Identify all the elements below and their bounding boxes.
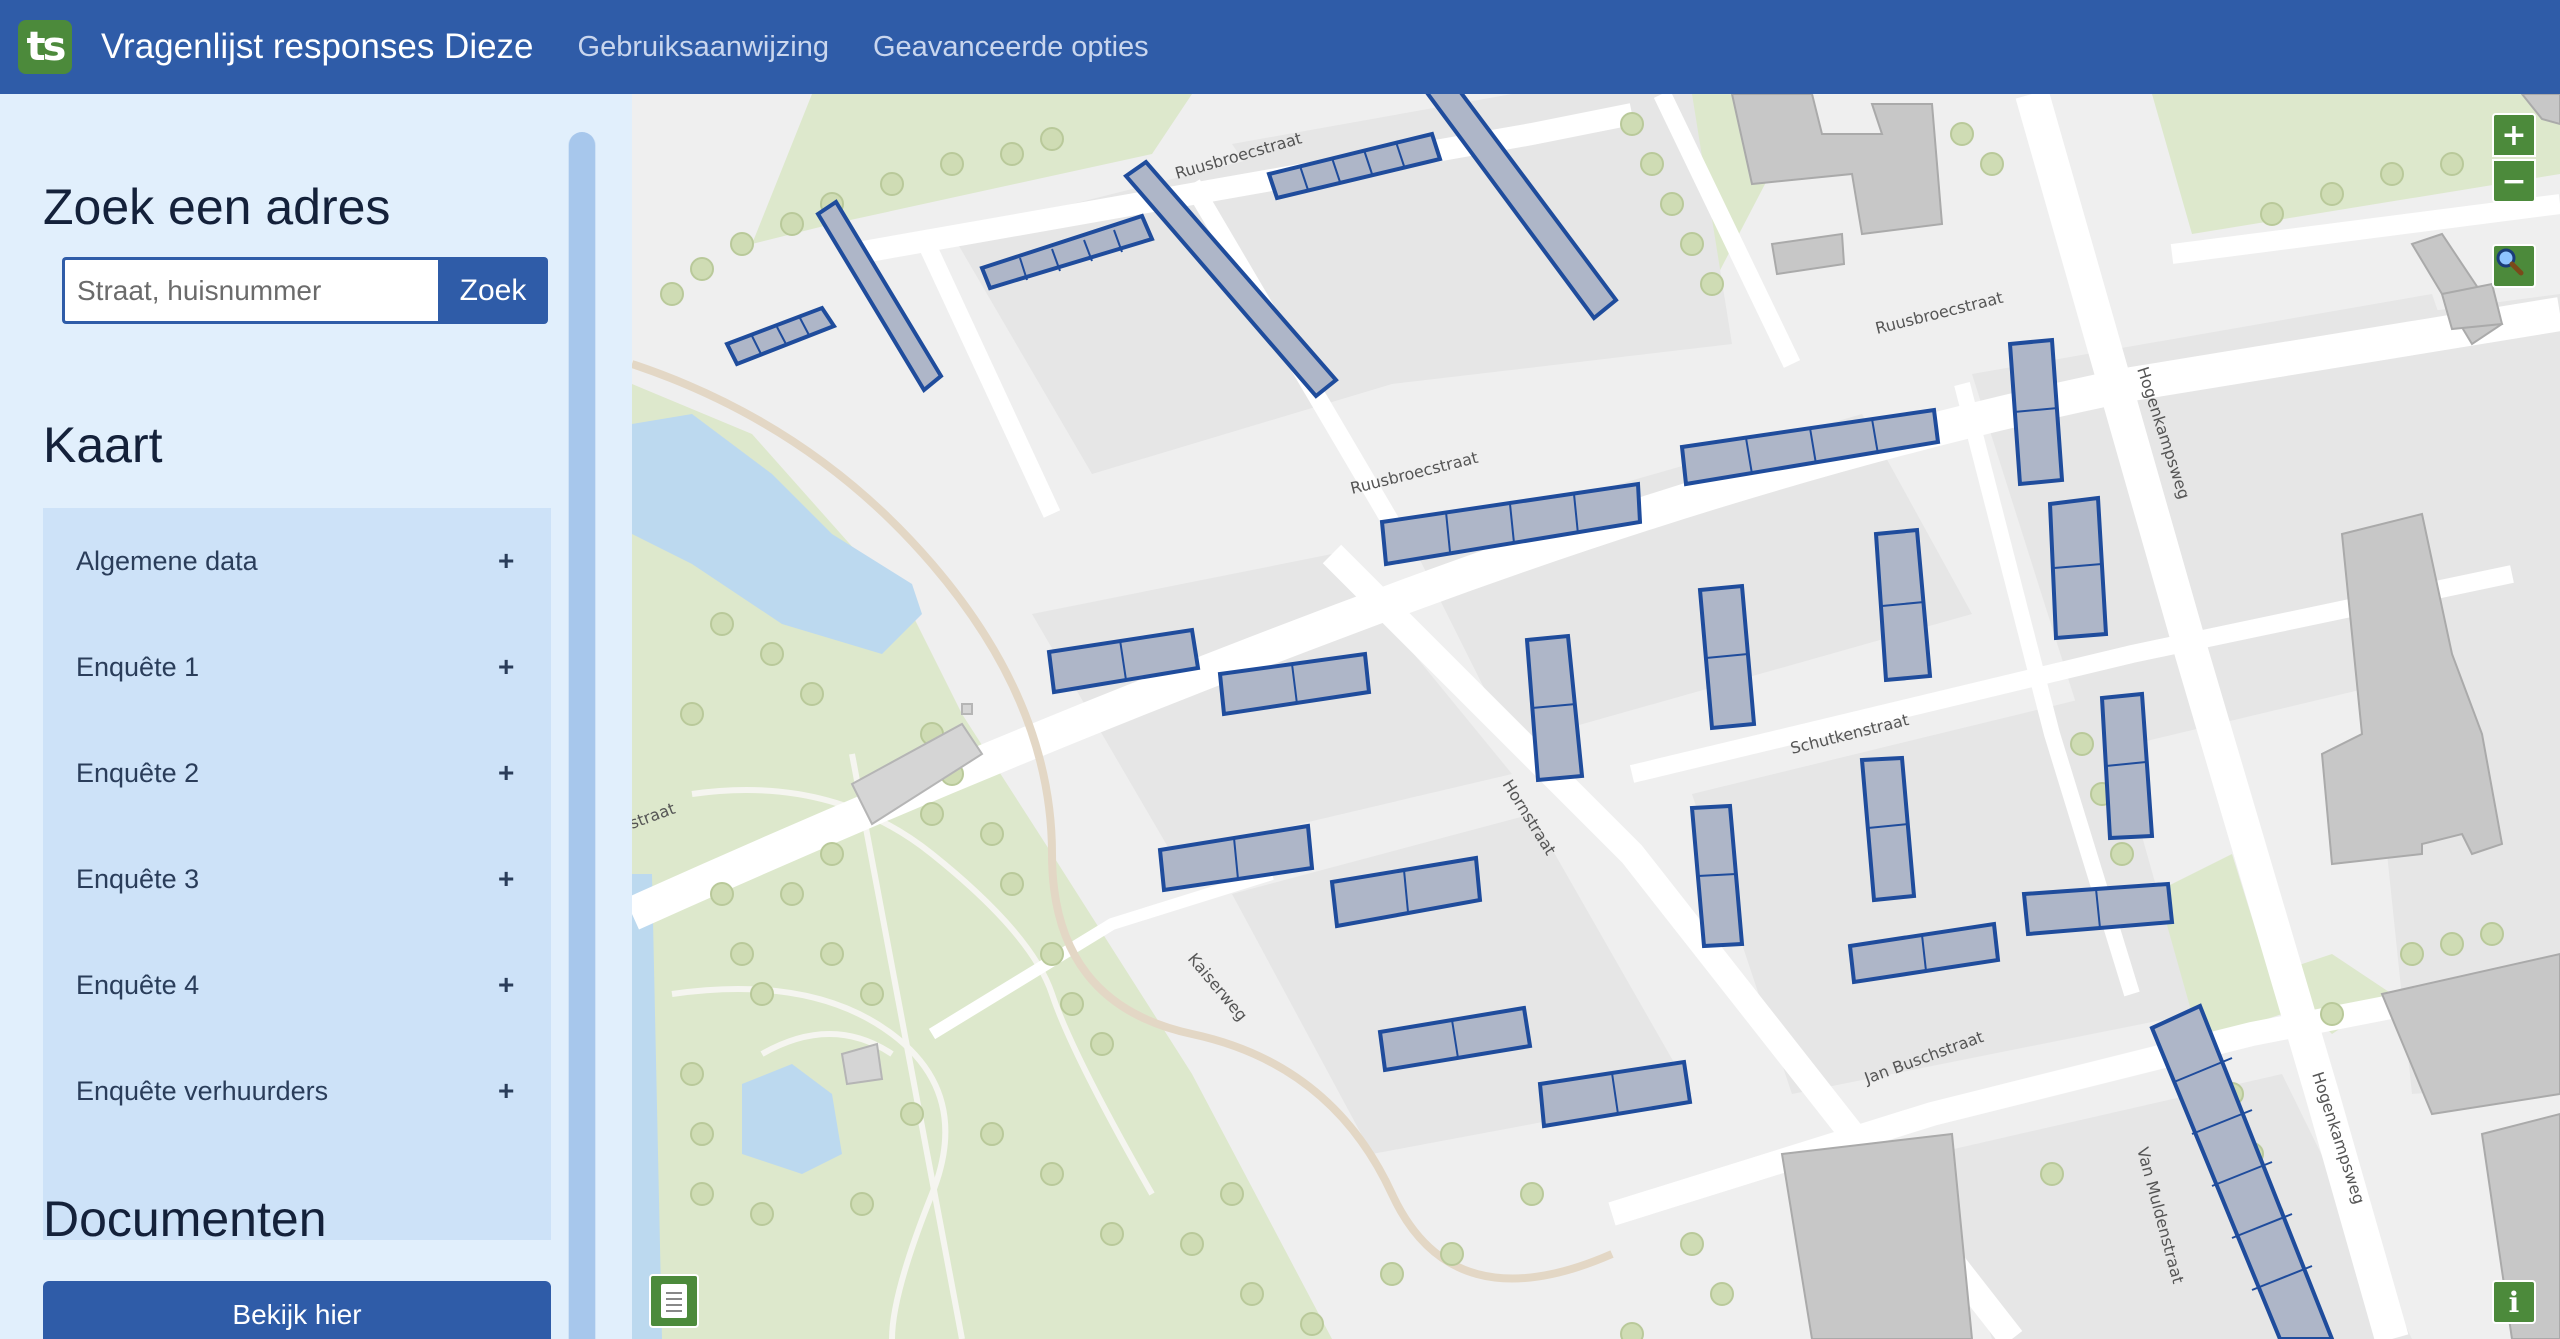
document-icon [661, 1284, 687, 1318]
sidebar-scrollbar-thumb[interactable] [569, 132, 595, 1339]
sidebar: Zoek een adres Zoek Kaart Algemene data … [0, 94, 632, 1339]
magnifier-icon [2496, 248, 2524, 276]
top-navbar: ts Vragenlijst responses Dieze Gebruiksa… [0, 0, 2560, 94]
expand-plus-icon: + [498, 969, 515, 1000]
expand-plus-icon: + [498, 545, 515, 576]
brand-logo[interactable]: ts [18, 20, 72, 74]
accordion-item-general-data[interactable]: Algemene data + [43, 508, 551, 614]
map-search-button[interactable] [2492, 244, 2536, 288]
zoom-out-button[interactable]: − [2492, 159, 2536, 203]
nav-link-advanced-options[interactable]: Geavanceerde opties [873, 31, 1149, 64]
map-layers-accordion: Algemene data + Enquête 1 + Enquête 2 + … [43, 508, 551, 1240]
accordion-item-label: Enquête 1 [76, 651, 200, 682]
view-documents-button[interactable]: Bekijk hier [43, 1281, 551, 1339]
accordion-item-survey-3[interactable]: Enquête 3 + [43, 826, 551, 932]
address-search-input[interactable] [62, 257, 438, 324]
accordion-item-survey-2[interactable]: Enquête 2 + [43, 720, 551, 826]
app-title[interactable]: Vragenlijst responses Dieze [101, 27, 534, 67]
map-heading: Kaart [43, 417, 163, 473]
accordion-item-label: Enquête 4 [76, 969, 200, 1000]
accordion-item-survey-landlords[interactable]: Enquête verhuurders + [43, 1038, 551, 1144]
search-heading: Zoek een adres [43, 179, 391, 235]
expand-plus-icon: + [498, 863, 515, 894]
nav-link-instructions[interactable]: Gebruiksaanwijzing [578, 31, 829, 64]
map-canvas[interactable]: Ruusbroecstraat Ruusbroecstraat Ruusbroe… [632, 94, 2560, 1339]
map-view[interactable]: Ruusbroecstraat Ruusbroecstraat Ruusbroe… [632, 94, 2560, 1339]
app-root: ts Vragenlijst responses Dieze Gebruiksa… [0, 0, 2560, 1339]
expand-plus-icon: + [498, 651, 515, 682]
accordion-item-label: Enquête 3 [76, 863, 200, 894]
info-button[interactable]: i [2492, 1280, 2536, 1324]
zoom-in-button[interactable]: + [2492, 113, 2536, 157]
accordion-item-label: Enquête 2 [76, 757, 200, 788]
address-search-form: Zoek [62, 257, 548, 324]
accordion-item-survey-4[interactable]: Enquête 4 + [43, 932, 551, 1038]
legend-button[interactable] [649, 1274, 699, 1328]
accordion-item-label: Enquête verhuurders [76, 1075, 329, 1106]
accordion-item-label: Algemene data [76, 545, 258, 576]
accordion-item-survey-1[interactable]: Enquête 1 + [43, 614, 551, 720]
search-button[interactable]: Zoek [438, 257, 548, 324]
expand-plus-icon: + [498, 1075, 515, 1106]
expand-plus-icon: + [498, 757, 515, 788]
documents-heading: Documenten [43, 1191, 327, 1247]
